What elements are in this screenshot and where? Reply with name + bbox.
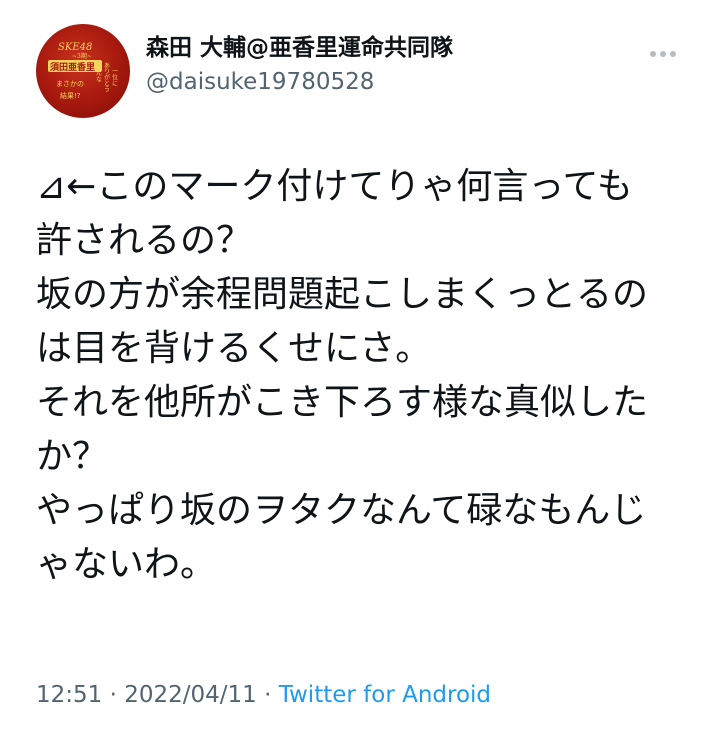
svg-text:ありがとう: ありがとう: [103, 62, 110, 92]
display-name[interactable]: 森田 大輔@亜香里運命共同隊: [146, 34, 453, 62]
svg-text:須田亜香里: 須田亜香里: [49, 61, 95, 73]
tweet-text-line: ⊿←このマーク付けてりゃ何言っても: [36, 166, 633, 207]
tweet-time[interactable]: 12:51: [36, 682, 102, 708]
tweet-text-line: それを他所がこき下ろす様な真似した: [36, 382, 649, 423]
svg-text:SKE48: SKE48: [58, 42, 92, 53]
more-horizontal-icon[interactable]: [650, 42, 686, 62]
user-names: 森田 大輔@亜香里運命共同隊 @daisuke19780528: [146, 34, 453, 96]
tweet-text-line: 坂の方が余程問題起こしまくっとるの: [36, 274, 649, 315]
svg-text:みんな: みんな: [95, 64, 102, 82]
tweet-text-line: やっぱり坂のヲタクなんて碌なもんじ: [36, 490, 647, 531]
dot-icon: [650, 51, 656, 57]
tweet-date[interactable]: 2022/04/11: [124, 682, 257, 708]
dot-icon: [670, 51, 676, 57]
avatar-image: SKE48 ~3期~ 須田亜香里 みんな ありがとう 一位に まさかの 結果!?: [48, 42, 118, 100]
meta-separator: ·: [256, 682, 279, 708]
tweet-text-line: は目を背けるくせにさ。: [36, 328, 432, 369]
user-handle[interactable]: @daisuke19780528: [146, 68, 453, 96]
svg-text:~3期~: ~3期~: [72, 52, 92, 60]
avatar[interactable]: SKE48 ~3期~ 須田亜香里 みんな ありがとう 一位に まさかの 結果!?: [36, 24, 130, 118]
tweet-text-line: ゃないわ。: [36, 544, 217, 585]
meta-separator: ·: [102, 682, 125, 708]
svg-text:まさかの: まさかの: [56, 80, 84, 88]
tweet-text: ⊿←このマーク付けてりゃ何言っても 許されるの？ 坂の方が余程問題起こしまくっと…: [36, 160, 696, 592]
svg-text:一位に: 一位に: [111, 68, 118, 86]
tweet-text-line: 許されるの？: [36, 220, 253, 261]
tweet: SKE48 ~3期~ 須田亜香里 みんな ありがとう 一位に まさかの 結果!?…: [0, 0, 717, 738]
svg-text:結果!?: 結果!?: [60, 91, 81, 100]
dot-icon: [660, 51, 666, 57]
tweet-header: SKE48 ~3期~ 須田亜香里 みんな ありがとう 一位に まさかの 結果!?…: [36, 24, 686, 120]
tweet-meta: 12:51 · 2022/04/11 · Twitter for Android: [36, 680, 491, 710]
tweet-text-line: か？: [36, 436, 109, 477]
tweet-source-link[interactable]: Twitter for Android: [279, 682, 491, 708]
